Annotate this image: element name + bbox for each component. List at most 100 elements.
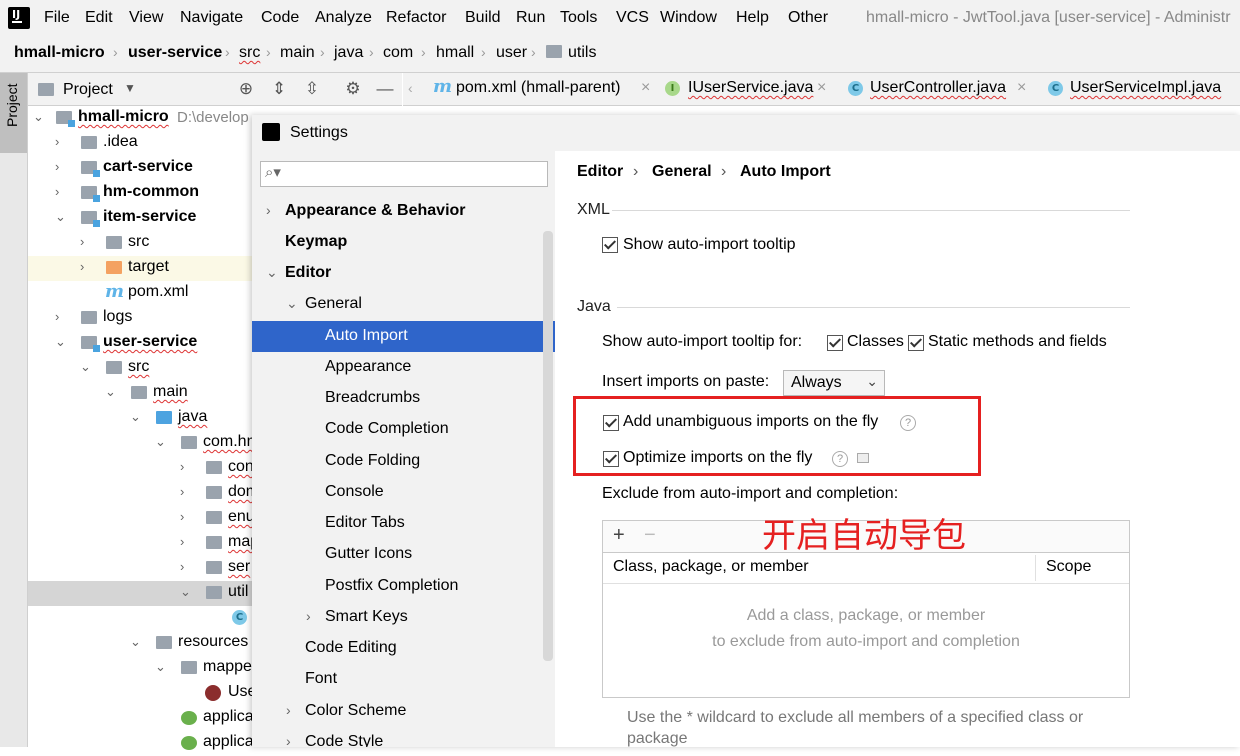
tab-pom[interactable]: pom.xml (hmall-parent)	[456, 79, 620, 97]
chevron-down-icon[interactable]: ▼	[124, 81, 136, 95]
chevron-right-icon[interactable]: ›	[286, 702, 291, 718]
nav-console[interactable]: Console	[252, 477, 555, 508]
minimize-icon[interactable]: —	[375, 79, 395, 99]
menu-tools[interactable]: Tools	[560, 9, 597, 27]
java-static-label[interactable]: Static methods and fields	[928, 333, 1107, 351]
gear-icon[interactable]: ⚙	[343, 79, 363, 99]
close-icon[interactable]: ×	[1017, 79, 1026, 97]
chevron-right-icon[interactable]: ›	[80, 259, 94, 274]
menu-view[interactable]: View	[129, 9, 163, 27]
chevron-right-icon[interactable]: ›	[180, 509, 194, 524]
chevron-right-icon[interactable]: ›	[180, 559, 194, 574]
crumb-java[interactable]: java	[334, 44, 363, 62]
chevron-right-icon[interactable]: ›	[180, 459, 194, 474]
nav-keymap[interactable]: Keymap	[252, 227, 555, 258]
crumb-project[interactable]: hmall-micro	[14, 44, 105, 62]
nav-general[interactable]: ⌄ General	[252, 289, 555, 320]
package-icon	[206, 586, 222, 599]
nav-postfix-completion[interactable]: Postfix Completion	[252, 571, 555, 602]
nav-editor-tabs[interactable]: Editor Tabs	[252, 508, 555, 539]
chevron-right-icon[interactable]: ›	[55, 159, 69, 174]
crumb-com[interactable]: com	[383, 44, 413, 62]
nav-editor[interactable]: ⌄ Editor	[252, 258, 555, 289]
chevron-right-icon[interactable]: ›	[180, 534, 194, 549]
chevron-down-icon[interactable]: ⌄	[33, 109, 47, 125]
locate-icon[interactable]: ⊕	[236, 79, 256, 99]
nav-color-scheme[interactable]: › Color Scheme	[252, 696, 555, 727]
chevron-down-icon[interactable]: ⌄	[286, 295, 298, 312]
crumb-module[interactable]: user-service	[128, 44, 222, 62]
menu-window[interactable]: Window	[660, 9, 717, 27]
close-icon[interactable]: ×	[641, 79, 650, 97]
add-icon[interactable]: +	[613, 524, 625, 547]
java-classes-checkbox[interactable]	[827, 335, 843, 351]
menu-help[interactable]: Help	[736, 9, 769, 27]
nav-auto-import[interactable]: Auto Import	[252, 321, 555, 352]
crumb-hmall[interactable]: hmall	[436, 44, 474, 62]
chevron-right-icon[interactable]: ›	[80, 234, 94, 249]
xml-show-tooltip-checkbox[interactable]	[602, 237, 618, 253]
xml-show-tooltip-label[interactable]: Show auto-import tooltip	[623, 236, 796, 254]
project-tool-tab[interactable]: Project	[0, 73, 27, 153]
chevron-right-icon[interactable]: ›	[286, 733, 291, 747]
menu-file[interactable]: File	[44, 9, 70, 27]
chevron-right-icon[interactable]: ›	[55, 134, 69, 149]
menu-code[interactable]: Code	[261, 9, 299, 27]
menu-analyze[interactable]: Analyze	[315, 9, 372, 27]
settings-search-input[interactable]: ⌕▾	[260, 161, 548, 187]
menu-other[interactable]: Other	[788, 9, 828, 27]
nav-code-style[interactable]: › Code Style	[252, 727, 555, 747]
chevron-right-icon[interactable]: ›	[266, 202, 271, 218]
nav-code-editing[interactable]: Code Editing	[252, 633, 555, 664]
col-member-header[interactable]: Class, package, or member	[613, 558, 809, 576]
nav-breadcrumbs[interactable]: Breadcrumbs	[252, 383, 555, 414]
chevron-down-icon[interactable]: ⌄	[105, 384, 119, 400]
chevron-down-icon[interactable]: ⌄	[55, 334, 69, 350]
tab-userserviceimpl[interactable]: UserServiceImpl.java	[1070, 79, 1221, 97]
remove-icon[interactable]: −	[644, 524, 656, 547]
expand-all-icon[interactable]: ⇕	[269, 79, 289, 99]
nav-appearance-behavior[interactable]: › Appearance & Behavior	[252, 196, 555, 227]
chevron-right-icon[interactable]: ›	[306, 608, 311, 624]
tab-iuserservice[interactable]: IUserService.java	[688, 79, 813, 97]
chevron-down-icon[interactable]: ⌄	[155, 659, 169, 675]
chevron-down-icon[interactable]: ⌄	[130, 634, 144, 650]
menu-edit[interactable]: Edit	[85, 9, 113, 27]
chevron-down-icon[interactable]: ⌄	[155, 434, 169, 450]
nav-appearance[interactable]: Appearance	[252, 352, 555, 383]
nav-scrollbar[interactable]	[543, 231, 553, 661]
nav-font[interactable]: Font	[252, 664, 555, 695]
close-icon[interactable]: ×	[817, 79, 826, 97]
nav-smart-keys[interactable]: › Smart Keys	[252, 602, 555, 633]
chevron-down-icon[interactable]: ⌄	[180, 584, 194, 600]
java-classes-label[interactable]: Classes	[847, 333, 904, 351]
scroll-left-icon[interactable]: ‹	[408, 80, 413, 96]
chevron-right-icon[interactable]: ›	[55, 184, 69, 199]
menu-build[interactable]: Build	[465, 9, 501, 27]
chevron-down-icon[interactable]: ⌄	[80, 359, 94, 375]
menu-vcs[interactable]: VCS	[616, 9, 649, 27]
collapse-all-icon[interactable]: ⇳	[302, 79, 322, 99]
crumb-utils[interactable]: utils	[568, 44, 596, 62]
insert-on-paste-select[interactable]: Always ⌄	[783, 370, 885, 396]
nav-code-completion[interactable]: Code Completion	[252, 414, 555, 445]
crumb-user[interactable]: user	[496, 44, 527, 62]
menu-navigate[interactable]: Navigate	[180, 9, 243, 27]
chevron-down-icon[interactable]: ⌄	[266, 264, 278, 281]
tree-item-label: enu	[228, 508, 255, 525]
menu-run[interactable]: Run	[516, 9, 545, 27]
java-static-checkbox[interactable]	[908, 335, 924, 351]
nav-gutter-icons[interactable]: Gutter Icons	[252, 539, 555, 570]
menu-refactor[interactable]: Refactor	[386, 9, 446, 27]
crumb-src[interactable]: src	[239, 44, 260, 62]
chevron-down-icon[interactable]: ⌄	[130, 409, 144, 425]
crumb-main[interactable]: main	[280, 44, 315, 62]
interface-icon: I	[665, 81, 680, 96]
chevron-right-icon[interactable]: ›	[180, 484, 194, 499]
project-panel-title[interactable]: Project	[63, 81, 113, 99]
tab-usercontroller[interactable]: UserController.java	[870, 79, 1006, 97]
chevron-right-icon[interactable]: ›	[55, 309, 69, 324]
col-scope-header[interactable]: Scope	[1046, 558, 1091, 576]
chevron-down-icon[interactable]: ⌄	[55, 209, 69, 225]
nav-code-folding[interactable]: Code Folding	[252, 446, 555, 477]
